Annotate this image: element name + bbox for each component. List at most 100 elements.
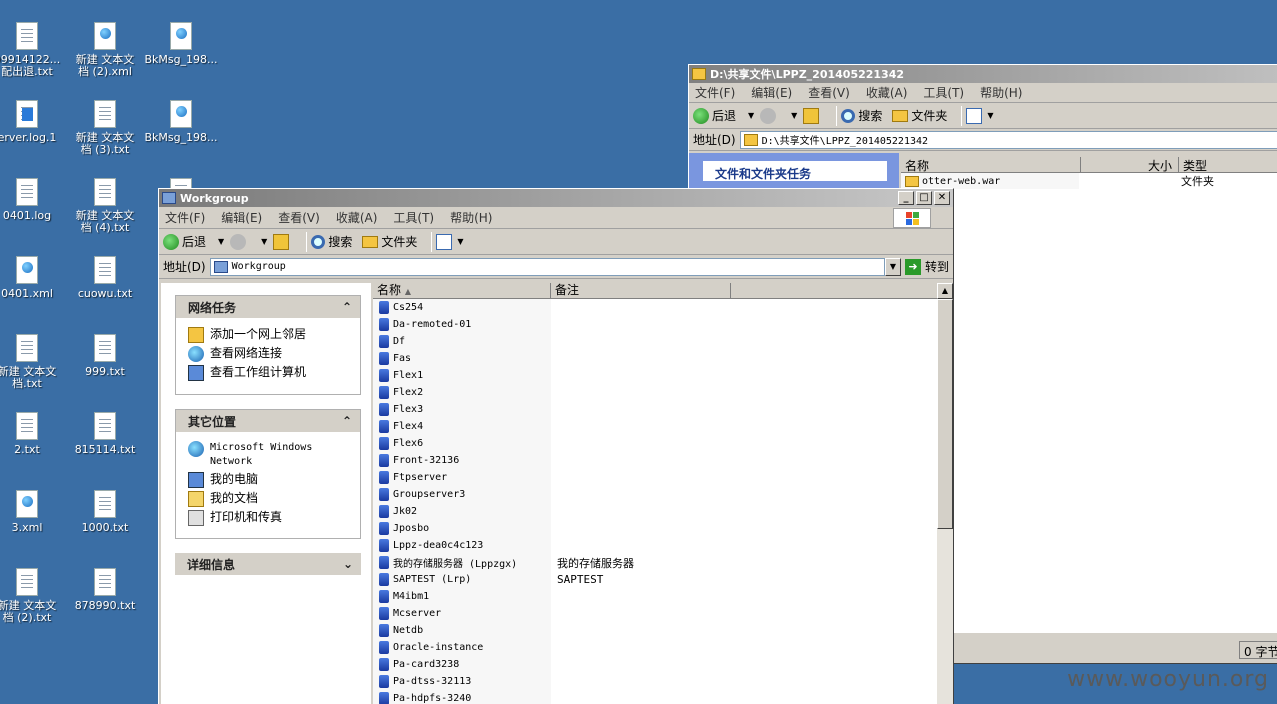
desktop-icon[interactable]: BkMsg_198... <box>142 100 220 144</box>
folders-button[interactable]: 文件夹 <box>362 233 417 250</box>
my-documents-link[interactable]: 我的文档 <box>188 491 352 507</box>
menu-file[interactable]: 文件(F) <box>165 209 205 226</box>
forward-button[interactable] <box>760 107 779 124</box>
list-item[interactable]: Cs254 <box>373 299 937 316</box>
menu-favorites[interactable]: 收藏(A) <box>866 84 908 101</box>
menu-tools[interactable]: 工具(T) <box>923 84 964 101</box>
up-button[interactable] <box>803 107 822 124</box>
views-button[interactable]: ▼ <box>436 233 469 250</box>
list-item[interactable]: Pa-hdpfs-3240 <box>373 690 937 704</box>
list-item[interactable]: 我的存储服务器 (Lppzgx) 我的存储服务器 <box>373 554 937 571</box>
desktop-icon[interactable]: 815114.txt <box>66 412 144 456</box>
desktop-icon[interactable]: 2.txt <box>0 412 66 456</box>
network-tasks-header[interactable]: 网络任务 ⌃ <box>176 296 360 318</box>
list-item[interactable]: Ftpserver <box>373 469 937 486</box>
column-name[interactable]: 名称 ▲ <box>373 283 551 298</box>
list-item[interactable]: Lppz-dea0c4c123 <box>373 537 937 554</box>
menu-file[interactable]: 文件(F) <box>695 84 735 101</box>
address-dropdown-button[interactable]: ▼ <box>884 257 901 276</box>
desktop-icon[interactable]: 0401.xml <box>0 256 66 300</box>
column-name[interactable]: 名称 <box>901 157 1081 173</box>
details-header[interactable]: 详细信息 ⌄ <box>175 553 361 575</box>
list-item[interactable]: Groupserver3 <box>373 486 937 503</box>
list-item[interactable]: Jk02 <box>373 503 937 520</box>
chevron-down-icon[interactable]: ▼ <box>748 111 754 120</box>
add-network-place-link[interactable]: 添加一个网上邻居 <box>188 327 352 343</box>
other-places-header[interactable]: 其它位置 ⌃ <box>176 410 360 432</box>
address-input[interactable]: D:\共享文件\LPPZ_201405221342 <box>739 130 1277 149</box>
list-item[interactable]: M4ibm1 <box>373 588 937 605</box>
desktop-icon[interactable]: 3.xml <box>0 490 66 534</box>
printers-faxes-link[interactable]: 打印机和传真 <box>188 510 352 526</box>
desktop-icon[interactable]: 新建 文本文 档.txt <box>0 334 66 390</box>
menu-help[interactable]: 帮助(H) <box>980 84 1022 101</box>
list-item[interactable]: Flex1 <box>373 367 937 384</box>
minimize-button[interactable]: _ <box>898 191 914 205</box>
list-item[interactable]: Netdb <box>373 622 937 639</box>
list-item[interactable]: Pa-dtss-32113 <box>373 673 937 690</box>
column-type[interactable]: 类型 <box>1179 157 1277 173</box>
desktop-icon[interactable]: cuowu.txt <box>66 256 144 300</box>
desktop-icon[interactable]: 0401.log <box>0 178 66 222</box>
desktop-icon[interactable]: 新建 文本文 档 (2).txt <box>0 568 66 624</box>
desktop-icon[interactable]: 新建 文本文 档 (2).xml <box>66 22 144 78</box>
go-button[interactable]: ➜ 转到 <box>904 258 949 275</box>
my-computer-link[interactable]: 我的电脑 <box>188 472 352 488</box>
back-button[interactable]: 后退 <box>163 233 206 250</box>
title-bar[interactable]: Workgroup _ □ ✕ <box>159 189 953 207</box>
menu-view[interactable]: 查看(V) <box>808 84 850 101</box>
desktop-icon[interactable]: 999.txt <box>66 334 144 378</box>
desktop-icon[interactable]: 1000.txt <box>66 490 144 534</box>
menu-edit[interactable]: 编辑(E) <box>221 209 262 226</box>
list-item[interactable]: otter-web.war 文件夹 <box>901 173 1277 189</box>
list-item[interactable]: Front-32136 <box>373 452 937 469</box>
menu-tools[interactable]: 工具(T) <box>393 209 434 226</box>
forward-button[interactable] <box>230 233 249 250</box>
column-comment[interactable]: 备注 <box>551 283 731 298</box>
menu-favorites[interactable]: 收藏(A) <box>336 209 378 226</box>
address-input[interactable]: Workgroup <box>209 257 885 276</box>
desktop-icon[interactable]: 新建 文本文 档 (4).txt <box>66 178 144 234</box>
list-item[interactable]: SAPTEST (Lrp) SAPTEST <box>373 571 937 588</box>
views-button[interactable]: ▼ <box>966 107 999 124</box>
list-item[interactable]: Da-remoted-01 <box>373 316 937 333</box>
maximize-button[interactable]: □ <box>916 191 932 205</box>
list-item[interactable]: Flex6 <box>373 435 937 452</box>
list-item[interactable]: Oracle-instance <box>373 639 937 656</box>
list-item[interactable]: Df <box>373 333 937 350</box>
title-bar[interactable]: D:\共享文件\LPPZ_201405221342 <box>689 65 1277 83</box>
chevron-down-icon[interactable]: ▼ <box>261 237 267 246</box>
scroll-up-button[interactable]: ▲ <box>937 283 953 299</box>
column-size[interactable]: 大小 <box>1081 157 1179 173</box>
menu-view[interactable]: 查看(V) <box>278 209 320 226</box>
list-item[interactable]: Flex4 <box>373 418 937 435</box>
search-button[interactable]: 搜索 <box>841 107 882 124</box>
desktop-icon[interactable]: 新建 文本文 档 (3).txt <box>66 100 144 156</box>
vertical-scrollbar[interactable]: ▲ <box>937 283 953 704</box>
back-button[interactable]: 后退 <box>693 107 736 124</box>
up-button[interactable] <box>273 233 292 250</box>
view-workgroup-computers-link[interactable]: 查看工作组计算机 <box>188 365 352 381</box>
desktop-icon[interactable]: 878990.txt <box>66 568 144 612</box>
close-button[interactable]: ✕ <box>934 191 950 205</box>
explorer-window-workgroup[interactable]: Workgroup _ □ ✕ 文件(F) 编辑(E) 查看(V) 收藏(A) … <box>158 188 954 704</box>
chevron-down-icon[interactable]: ▼ <box>791 111 797 120</box>
desktop-icon[interactable]: erver.log.1 <box>0 100 66 144</box>
desktop-icon[interactable]: 99914122... 配出退.txt <box>0 22 66 78</box>
ms-windows-network-link[interactable]: Microsoft Windows Network <box>188 441 352 469</box>
menu-edit[interactable]: 编辑(E) <box>751 84 792 101</box>
list-item[interactable]: Fas <box>373 350 937 367</box>
scroll-thumb[interactable] <box>937 299 953 529</box>
desktop-icon[interactable]: BkMsg_198... <box>142 22 220 66</box>
list-item[interactable]: Mcserver <box>373 605 937 622</box>
view-network-connections-link[interactable]: 查看网络连接 <box>188 346 352 362</box>
list-item[interactable]: Jposbo <box>373 520 937 537</box>
task-header[interactable]: 文件和文件夹任务 <box>703 161 887 181</box>
list-item[interactable]: Pa-card3238 <box>373 656 937 673</box>
list-item[interactable]: Flex3 <box>373 401 937 418</box>
search-button[interactable]: 搜索 <box>311 233 352 250</box>
list-item[interactable]: Flex2 <box>373 384 937 401</box>
menu-help[interactable]: 帮助(H) <box>450 209 492 226</box>
folders-button[interactable]: 文件夹 <box>892 107 947 124</box>
chevron-down-icon[interactable]: ▼ <box>218 237 224 246</box>
